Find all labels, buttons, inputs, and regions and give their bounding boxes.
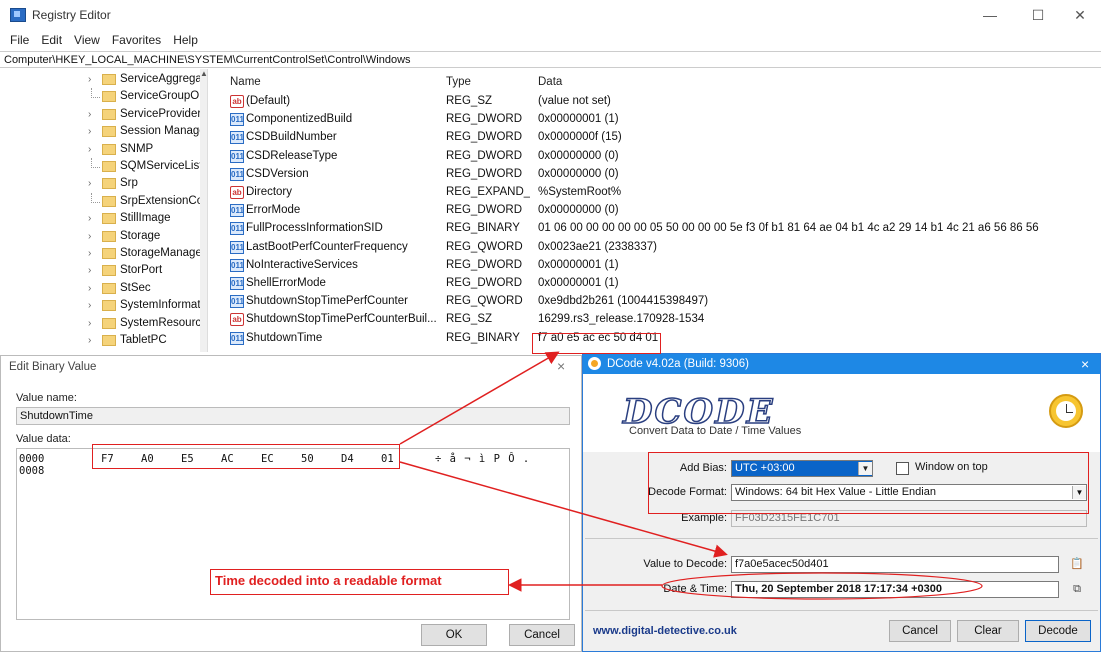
arrow-to-registry [399, 351, 560, 445]
date-time-ellipse [661, 572, 983, 600]
arrow-to-value [399, 461, 728, 558]
annotation-arrows [399, 351, 983, 600]
